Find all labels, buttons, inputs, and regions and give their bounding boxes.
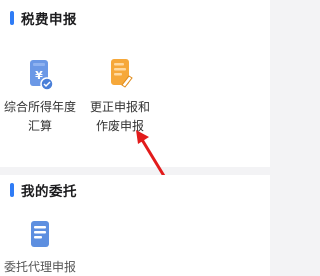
correction-and-void-filing-tile[interactable]: 更正申报和 作废申报 xyxy=(80,57,160,136)
correction-document-icon xyxy=(80,57,160,91)
tile-label: 综合所得年度 汇算 xyxy=(3,100,76,133)
delegation-document-icon xyxy=(0,217,80,251)
section-title-my-delegation: 我的委托 xyxy=(21,184,77,200)
tile-label: 委托代理申报 xyxy=(3,260,76,274)
red-arrow-annotation xyxy=(136,130,166,178)
delegation-tile[interactable]: 委托代理申报 xyxy=(0,217,80,276)
section-accent-bar xyxy=(10,11,14,25)
section-header: 我的委托 xyxy=(10,182,77,200)
tax-document-icon: ¥ xyxy=(0,57,80,91)
section-header: 税费申报 xyxy=(10,10,77,28)
tax-filing-section: 税费申报 ¥ 综合所得年度 汇算 更正申报和 作废申报 xyxy=(0,0,270,178)
my-delegation-section: 我的委托 委托代理申报 xyxy=(0,175,270,276)
annual-comprehensive-income-tile[interactable]: ¥ 综合所得年度 汇算 xyxy=(0,57,80,136)
section-title-tax-filing: 税费申报 xyxy=(21,12,77,28)
section-accent-bar xyxy=(10,183,14,197)
